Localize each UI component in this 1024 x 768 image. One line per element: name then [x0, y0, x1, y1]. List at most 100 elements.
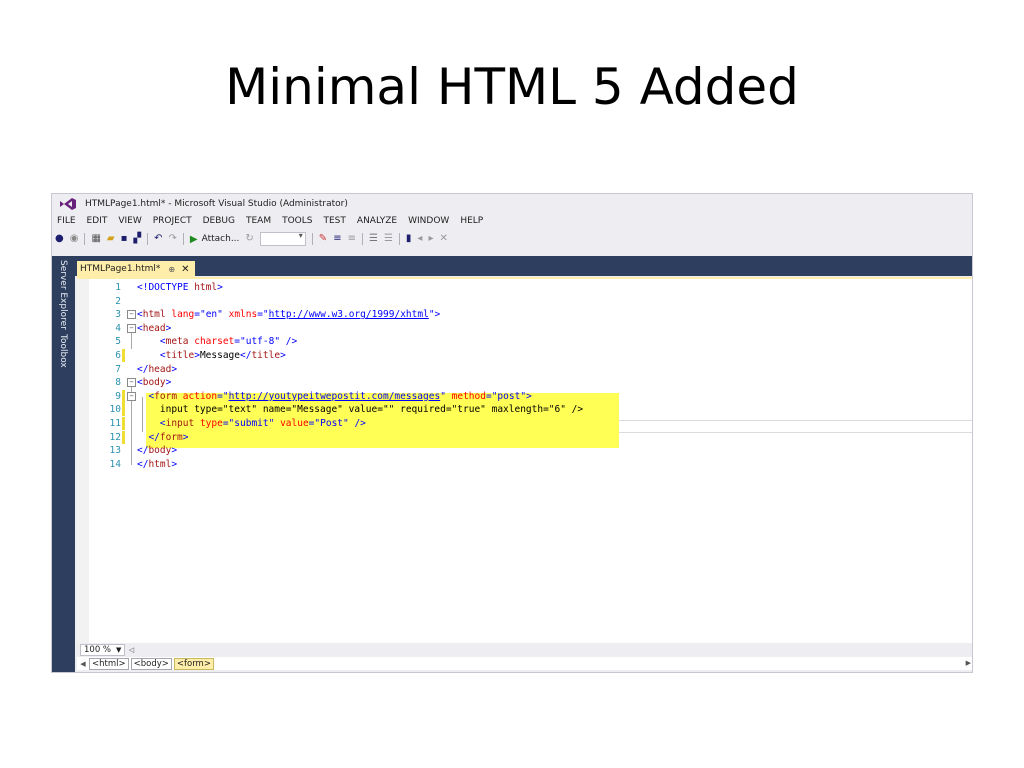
forward-icon[interactable]: ◉	[70, 232, 79, 246]
code-text: <html lang="en" xmlns="http://www.w3.org…	[137, 308, 440, 321]
code-token: post	[497, 390, 521, 402]
code-token: method	[451, 390, 486, 402]
toolbox-tab[interactable]: Toolbox	[58, 334, 68, 368]
find-icon[interactable]: ✎	[319, 232, 327, 246]
menu-view[interactable]: VIEW	[118, 216, 141, 230]
code-text: input type="text" name="Message" value="…	[137, 403, 583, 416]
code-token: title	[165, 350, 195, 361]
new-project-icon[interactable]: ▦	[91, 232, 100, 246]
menu-file[interactable]: FILE	[57, 216, 76, 230]
code-line[interactable]: 11 <input type="submit" value="Post" />	[77, 417, 972, 430]
collapse-icon[interactable]: −	[127, 391, 136, 401]
prev-bookmark-icon[interactable]: ◂	[417, 232, 422, 246]
code-text: </body>	[137, 444, 177, 457]
scroll-left-icon[interactable]: ◁	[127, 646, 135, 654]
code-line[interactable]: 14 </html>	[77, 458, 972, 471]
code-line[interactable]: 13 </body>	[77, 444, 972, 457]
code-text: <title>Message</title>	[137, 349, 286, 362]
save-all-icon[interactable]: ▞	[133, 232, 141, 246]
refresh-icon[interactable]: ↻	[245, 232, 253, 246]
menu-help[interactable]: HELP	[460, 216, 483, 230]
code-text: <form action="http://youtypeitwepostit.c…	[137, 390, 531, 403]
menu-project[interactable]: PROJECT	[153, 216, 192, 230]
code-line[interactable]: 5 <meta charset="utf-8" />	[77, 335, 972, 348]
breadcrumb-item[interactable]: <html>	[89, 657, 129, 670]
nav-left-icon[interactable]: ◀	[79, 660, 87, 668]
menu-window[interactable]: WINDOW	[408, 216, 449, 230]
indent-icon[interactable]: ☰	[369, 232, 378, 246]
menu-team[interactable]: TEAM	[246, 216, 271, 230]
code-line[interactable]: 7 </head>	[77, 363, 972, 376]
menu-tools[interactable]: TOOLS	[282, 216, 312, 230]
clear-bookmarks-icon[interactable]: ✕	[439, 232, 447, 246]
line-number: 1	[115, 282, 121, 293]
code-token: <	[137, 390, 155, 402]
collapse-icon[interactable]: −	[127, 310, 136, 320]
line-number: 12	[109, 431, 121, 443]
document-tab-strip	[75, 256, 972, 276]
code-token: type	[199, 418, 223, 429]
bookmark-icon[interactable]: ▮	[406, 232, 412, 246]
code-token: >	[165, 377, 172, 389]
code-token: "	[217, 309, 229, 321]
breadcrumb-item[interactable]: <form>	[173, 657, 214, 670]
code-text: <body>	[137, 376, 171, 389]
code-editor[interactable]: 1 <!DOCTYPE html> 2 3− <html lang="en" xmlns…	[77, 277, 972, 644]
pin-icon[interactable]: ⊕	[168, 265, 175, 274]
code-line[interactable]: 3− <html lang="en" xmlns="http://www.w3.o…	[77, 308, 972, 321]
code-token: <	[137, 418, 166, 429]
menu-edit[interactable]: EDIT	[87, 216, 108, 230]
code-token: meta	[165, 336, 195, 348]
collapse-icon[interactable]: −	[127, 323, 136, 333]
open-folder-icon[interactable]: ▰	[107, 232, 115, 246]
code-line[interactable]: 9− <form action="http://youtypeitweposti…	[77, 389, 972, 403]
next-bookmark-icon[interactable]: ▸	[428, 232, 433, 246]
code-token: en	[205, 309, 218, 321]
code-line[interactable]: 1 <!DOCTYPE html>	[77, 281, 972, 294]
line-number: 3	[115, 309, 121, 321]
toolbar-separator	[361, 233, 363, 245]
redo-icon[interactable]: ↷	[169, 232, 177, 246]
code-token: >	[280, 350, 286, 361]
code-token: form	[159, 431, 183, 443]
code-token: input	[165, 418, 200, 429]
code-line[interactable]: 8− <body>	[77, 376, 972, 389]
code-token: head	[148, 363, 172, 375]
close-icon[interactable]: ✕	[181, 264, 189, 275]
code-token: " />	[343, 418, 366, 429]
code-line[interactable]: 4− <head>	[77, 322, 972, 335]
chevron-down-icon: ▼	[116, 645, 122, 654]
menu-debug[interactable]: DEBUG	[203, 216, 235, 230]
code-token: action	[182, 390, 218, 402]
menu-analyze[interactable]: ANALYZE	[357, 216, 397, 230]
server-explorer-tab[interactable]: Server Explorer	[58, 260, 68, 330]
line-number: 2	[115, 295, 121, 307]
save-icon[interactable]: ▪	[121, 232, 128, 246]
code-line[interactable]: 6 <title>Message</title>	[77, 349, 972, 362]
tab-htmlpage1[interactable]: HTMLPage1.html* ⊕ ✕	[77, 261, 195, 277]
code-token: lang	[171, 309, 195, 321]
code-token: title	[251, 350, 281, 361]
code-line[interactable]: 10 input type="text" name="Message" valu…	[77, 403, 972, 417]
undo-icon[interactable]: ↶	[154, 232, 162, 246]
visual-studio-logo-icon	[60, 198, 76, 210]
menu-test[interactable]: TEST	[324, 216, 346, 230]
code-token: ="	[308, 418, 321, 429]
zoom-dropdown[interactable]: 100 % ▼	[80, 643, 126, 656]
collapse-icon[interactable]: −	[127, 378, 136, 388]
toolbar-separator	[182, 233, 184, 245]
uncomment-icon[interactable]: ≡	[348, 232, 356, 246]
attach-button[interactable]: ▶ Attach...	[190, 234, 240, 245]
comment-icon[interactable]: ≡	[333, 232, 341, 246]
outdent-icon[interactable]: ☰	[384, 232, 393, 246]
zoom-value: 100 %	[84, 644, 112, 655]
breadcrumb-item[interactable]: <body>	[130, 657, 172, 670]
code-line[interactable]: 12 </form>	[77, 430, 972, 444]
nav-right-icon[interactable]: ▶	[966, 659, 971, 667]
change-marker	[122, 417, 125, 430]
configuration-dropdown[interactable]	[259, 231, 306, 246]
code-line[interactable]: 2	[77, 295, 972, 308]
code-token: "	[268, 418, 281, 429]
back-icon[interactable]: ●	[55, 232, 64, 246]
title-bar: HTMLPage1.html* - Microsoft Visual Studi…	[52, 194, 972, 214]
